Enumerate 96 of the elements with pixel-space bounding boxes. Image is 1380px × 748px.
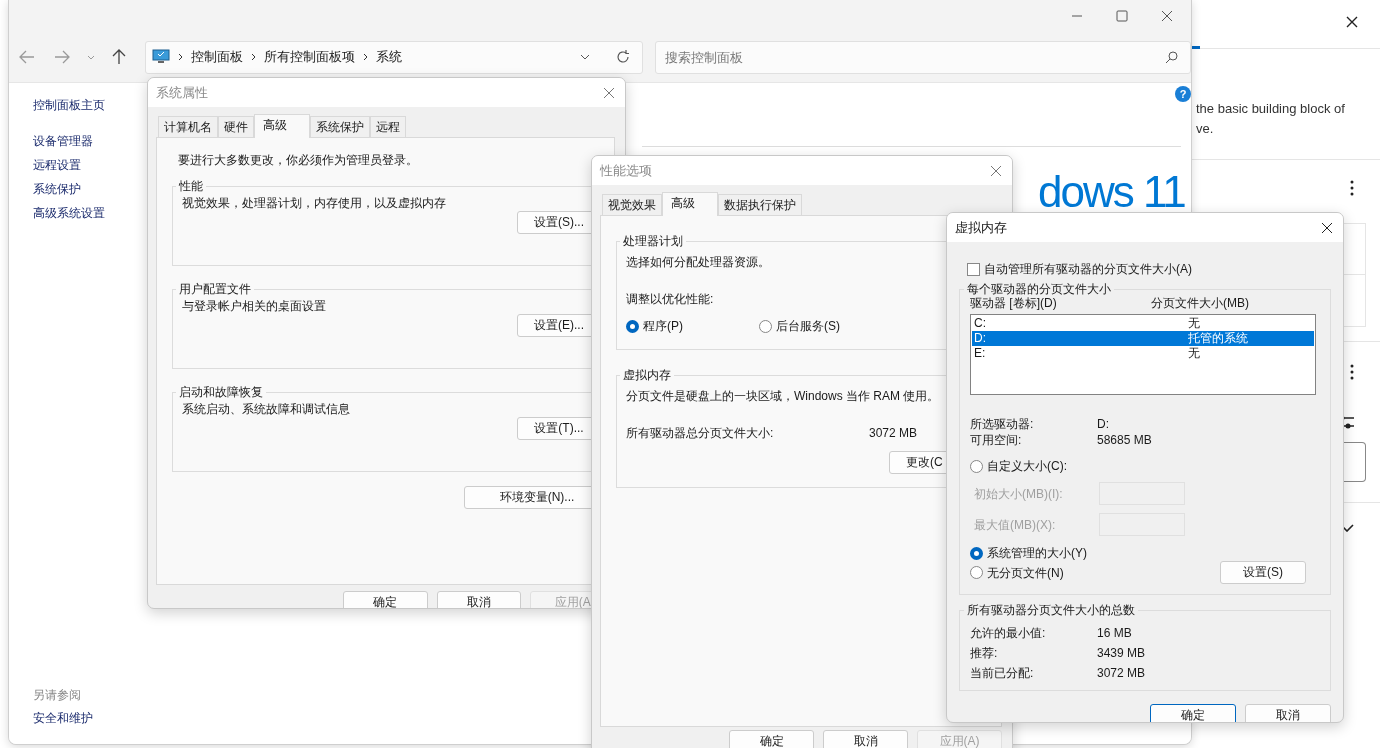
group-title: 性能 [178, 179, 204, 193]
info-value: 3072 MB [1097, 665, 1146, 681]
description-text: the basic building block of [1196, 100, 1346, 118]
radio-button[interactable] [970, 459, 983, 473]
tab[interactable]: 硬件 [218, 116, 254, 137]
info-label: 允许的最小值: [970, 625, 1047, 641]
radio-label: 系统管理的大小(Y) [987, 545, 1087, 561]
radio-button[interactable] [759, 319, 772, 333]
up-icon[interactable] [112, 49, 126, 65]
drive-row[interactable]: C: 无 [972, 316, 1314, 331]
help-icon[interactable]: ? [1175, 86, 1191, 102]
radio-label: 自定义大小(C): [987, 458, 1067, 474]
description-text: 分页文件是硬盘上的一块区域，Windows 当作 RAM 使用。 [626, 388, 940, 404]
logo-text: dows 11 [1038, 167, 1185, 217]
sidebar-link[interactable]: 安全和维护 [33, 710, 172, 726]
size-cell: 托管的系统 [1188, 331, 1248, 346]
chevron-right-icon [251, 53, 256, 61]
breadcrumb-item[interactable]: 所有控制面板项 [264, 48, 355, 66]
info-value: D: [1097, 416, 1109, 432]
dialog-title: 性能选项 [600, 161, 652, 180]
total-label: 所有驱动器总分页文件大小: [626, 425, 775, 441]
tab[interactable]: 视觉效果 [602, 194, 662, 215]
tab[interactable]: 高级 [662, 192, 718, 216]
address-bar[interactable]: 控制面板 所有控制面板项 系统 [145, 40, 643, 74]
info-value: 58685 MB [1097, 432, 1152, 448]
field-label: 最大值(MB)(X): [974, 516, 1057, 533]
group-title: 每个驱动器的分页文件大小 [966, 282, 1112, 296]
checkbox[interactable] [967, 262, 980, 276]
dialog-button[interactable]: 确定 [729, 730, 814, 748]
breadcrumb-item[interactable]: 系统 [376, 48, 402, 66]
drive-row[interactable]: D: 托管的系统 [972, 331, 1314, 346]
radio-button[interactable] [970, 566, 983, 579]
dialog-button[interactable]: 确定 [1150, 704, 1236, 722]
more-icon[interactable] [1350, 179, 1354, 196]
radio-button[interactable] [626, 319, 639, 333]
dialog-title: 系统属性 [156, 83, 208, 102]
tab[interactable]: 数据执行保护 [718, 194, 802, 215]
chevron-down-icon[interactable] [580, 54, 590, 60]
size-cell: 无 [1188, 346, 1200, 361]
breadcrumb-item[interactable]: 控制面板 [191, 48, 243, 66]
refresh-icon[interactable] [616, 50, 630, 64]
column-header: 分页文件大小(MB) [1151, 295, 1249, 311]
back-icon[interactable] [19, 50, 35, 64]
tab[interactable]: 远程 [370, 116, 406, 137]
description-text: 与登录帐户相关的桌面设置 [182, 298, 326, 314]
drive-cell-text: C: [974, 316, 987, 331]
more-icon[interactable] [1350, 364, 1354, 380]
radio-label: 无分页文件(N) [987, 564, 1064, 581]
dialog-button[interactable]: 取消 [1245, 704, 1331, 722]
description-text: 系统启动、系统故障和调试信息 [182, 401, 350, 417]
info-label: 推荐: [970, 645, 999, 661]
set-button[interactable]: 设置(S) [1220, 561, 1306, 584]
info-label: 可用空间: [970, 432, 1023, 448]
prompt-text: 调整以优化性能: [626, 291, 714, 307]
info-value: 16 MB [1097, 625, 1132, 641]
tab[interactable]: 计算机名 [158, 116, 218, 137]
info-label: 当前已分配: [970, 665, 1035, 681]
drive-row[interactable]: E: 无 [972, 346, 1314, 361]
chevron-right-icon [363, 53, 368, 61]
group-title: 启动和故障恢复 [178, 385, 264, 399]
tab[interactable]: 系统保护 [310, 116, 370, 137]
info-value: 3439 MB [1097, 645, 1146, 661]
group-title: 处理器计划 [622, 234, 684, 248]
close-icon[interactable] [1346, 16, 1358, 28]
description-text: 选择如何分配处理器资源。 [626, 254, 770, 270]
description-text: 视觉效果，处理器计划，内存使用，以及虚拟内存 [182, 195, 446, 211]
search-field[interactable]: 搜索控制面板 [655, 40, 1191, 74]
section-title: 另请参阅 [33, 687, 82, 703]
maximize-icon[interactable] [1116, 10, 1128, 22]
dialog-button[interactable]: 确定 [343, 591, 428, 608]
search-icon [1165, 50, 1178, 64]
radio-button[interactable] [970, 546, 983, 560]
field-label: 初始大小(MB)(I): [974, 485, 1064, 502]
group-title: 所有驱动器分页文件大小的总数 [966, 603, 1136, 617]
description-text: ve. [1196, 120, 1215, 138]
chevron-right-icon [178, 53, 183, 61]
radio-label: 后台服务(S) [776, 318, 840, 334]
group-title: 用户配置文件 [178, 282, 252, 296]
info-label: 所选驱动器: [970, 416, 1035, 432]
tab[interactable]: 高级 [254, 114, 310, 138]
dialog-title: 虚拟内存 [955, 218, 1007, 237]
drive-cell-text: E: [974, 346, 987, 361]
forward-icon[interactable] [54, 50, 70, 64]
checkbox-label: 自动管理所有驱动器的分页文件大小(A) [984, 261, 1192, 277]
notice-text: 要进行大多数更改，你必须作为管理员登录。 [178, 152, 419, 168]
dialog-button[interactable]: 取消 [823, 730, 908, 748]
radio-label: 程序(P) [643, 318, 683, 334]
total-value: 3072 MB [869, 425, 918, 441]
size-cell: 无 [1188, 316, 1200, 331]
dialog-button[interactable]: 取消 [436, 591, 522, 608]
column-header: 驱动器 [卷标](D) [970, 295, 1058, 311]
computer-icon [152, 49, 170, 65]
drive-cell-text: D: [974, 331, 987, 346]
group-title: 虚拟内存 [622, 368, 672, 382]
close-icon[interactable] [1321, 221, 1333, 234]
close-icon[interactable] [1161, 10, 1173, 22]
